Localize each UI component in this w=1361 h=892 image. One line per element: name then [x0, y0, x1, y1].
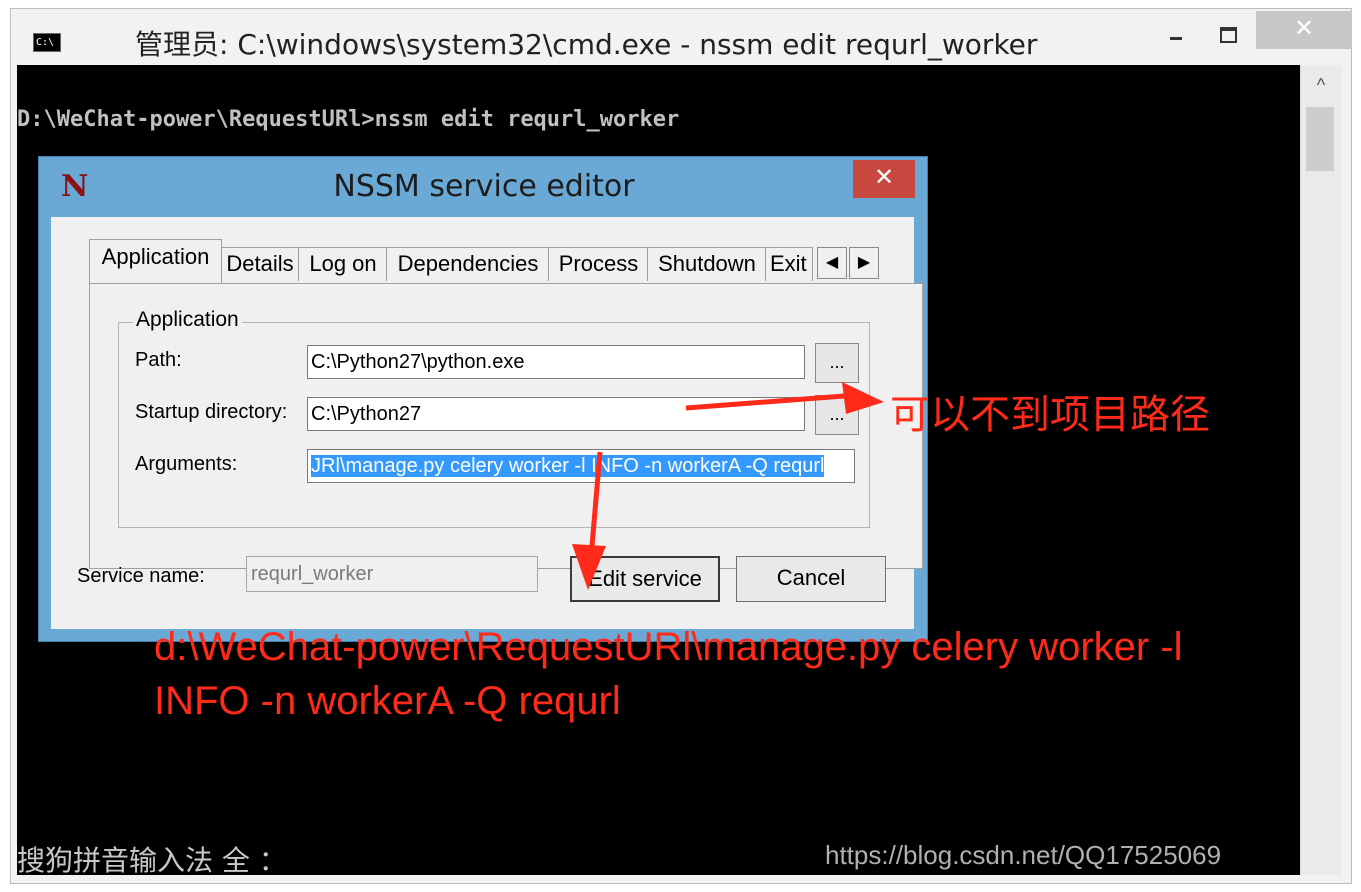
dialog-title: NSSM service editor [333, 169, 635, 204]
tab-exit[interactable]: Exit [765, 247, 813, 281]
arguments-annotation: d:\WeChat-power\RequestURl\manage.py cel… [154, 625, 1183, 723]
application-tab-panel: Application Path: C:\Python27\python.exe… [89, 283, 923, 569]
watermark-url: https://blog.csdn.net/QQ17525069 [825, 840, 1222, 870]
service-name-label-visible: Service name: [77, 565, 205, 587]
arguments-input[interactable]: JRl\manage.py celery worker -l INFO -n w… [307, 449, 855, 483]
scroll-thumb[interactable] [1306, 107, 1334, 171]
groupbox-label: Application [133, 308, 242, 332]
tab-scroll-left-icon[interactable]: ◀ [817, 247, 847, 279]
startup-directory-annotation: 可以不到项目路径 [890, 392, 1210, 438]
tab-log-on[interactable]: Log on [298, 247, 388, 281]
service-name-input[interactable]: requrl_worker [246, 556, 538, 592]
path-input[interactable]: C:\Python27\python.exe [307, 345, 805, 379]
path-browse-button[interactable]: ... [815, 343, 859, 383]
cmd-app-icon: C:\ [33, 33, 61, 52]
tab-shutdown[interactable]: Shutdown [647, 247, 767, 281]
console-scrollbar[interactable]: ^ [1300, 65, 1342, 875]
startup-directory-input[interactable]: C:\Python27 [307, 397, 805, 431]
console-prompt-line: D:\WeChat-power\RequestURl>nssm edit req… [17, 107, 680, 132]
close-window-button[interactable]: ✕ [1256, 11, 1352, 49]
arguments-label: Arguments: [135, 453, 238, 475]
application-groupbox: Application Path: C:\Python27\python.exe… [118, 308, 870, 528]
minimize-icon[interactable] [1156, 15, 1196, 51]
tab-dependencies[interactable]: Dependencies [386, 247, 550, 281]
edit-service-button[interactable]: Edit service [570, 556, 720, 602]
dialog-close-button[interactable]: ✕ [853, 160, 915, 198]
maximize-icon[interactable] [1206, 15, 1250, 51]
startup-directory-label: Startup directory: [135, 401, 288, 423]
window-title: 管理员: C:\windows\system32\cmd.exe - nssm … [135, 28, 1038, 61]
tab-scroll-right-icon[interactable]: ▶ [849, 247, 879, 279]
nssm-logo-icon: N [61, 169, 89, 204]
cancel-button[interactable]: Cancel [736, 556, 886, 602]
startup-directory-browse-button[interactable]: ... [815, 395, 859, 435]
arguments-selected-text: JRl\manage.py celery worker -l INFO -n w… [311, 455, 825, 477]
scroll-up-icon[interactable]: ^ [1309, 75, 1333, 95]
ime-status-bar: 搜狗拼音输入法 全 ： [17, 844, 287, 875]
path-label: Path: [135, 349, 182, 371]
tab-application[interactable]: Application [89, 239, 222, 283]
tab-details[interactable]: Details [220, 247, 300, 281]
tab-process[interactable]: Process [548, 247, 649, 281]
